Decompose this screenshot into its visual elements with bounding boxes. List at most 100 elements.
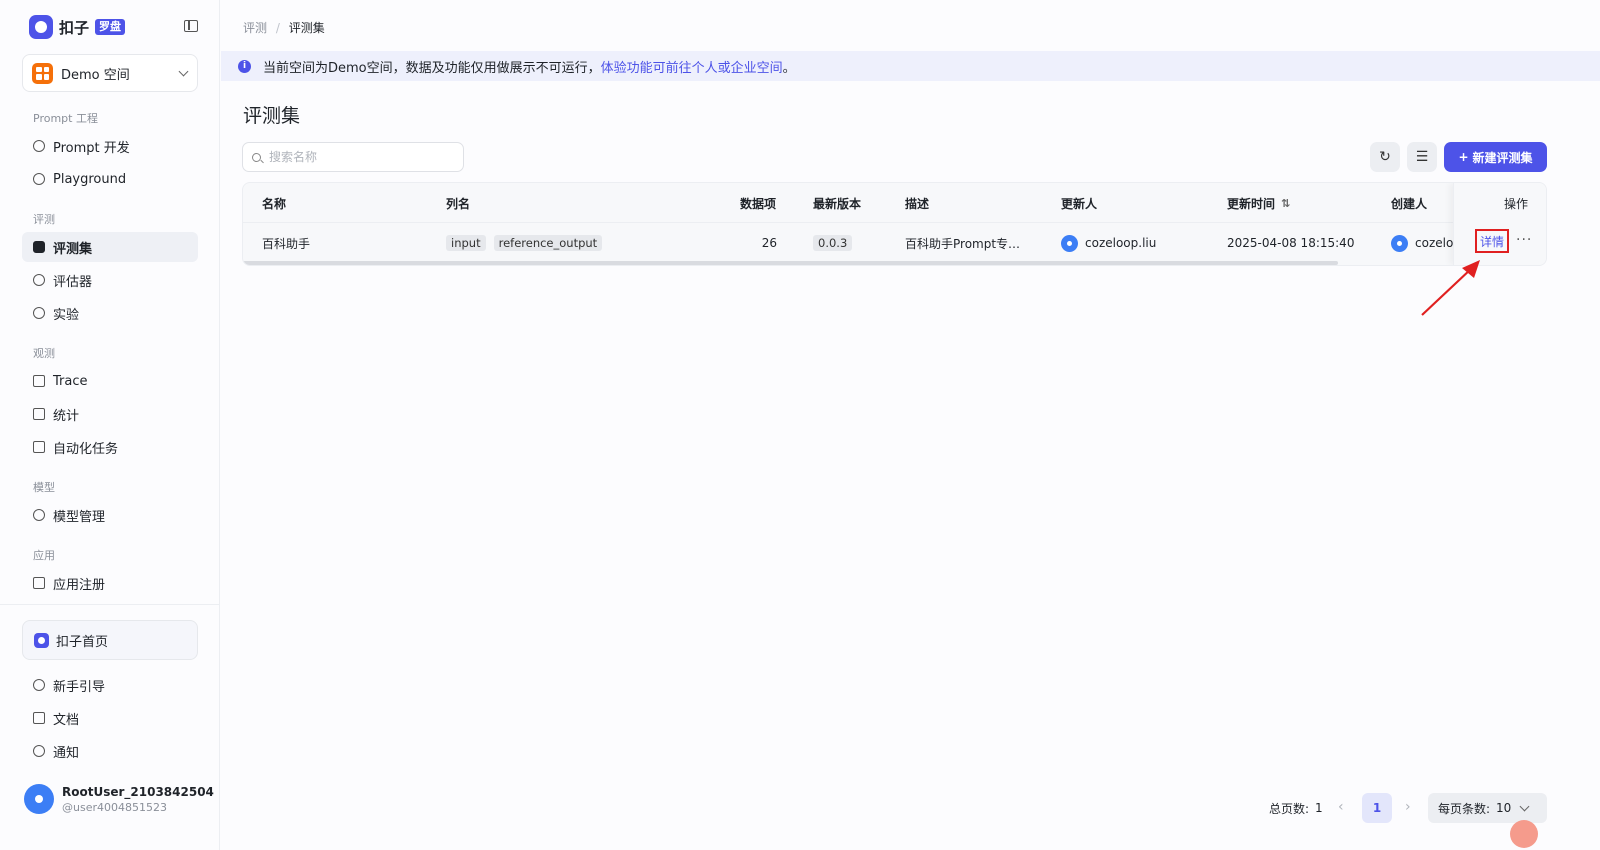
sidebar-item-label: 自动化任务: [53, 441, 119, 457]
col-header-updater: 更新人: [1061, 196, 1098, 211]
cube-icon: [33, 577, 45, 589]
col-header-actions: 操作: [1504, 196, 1529, 211]
chevron-down-icon: [178, 66, 189, 76]
cell-updater: cozeloop.liu: [1061, 223, 1156, 263]
refresh-button[interactable]: ↻: [1370, 142, 1400, 172]
info-icon: i: [238, 59, 251, 73]
total-value: 1: [1315, 801, 1323, 815]
sort-icon[interactable]: ⇅: [1281, 197, 1290, 210]
table-row[interactable]: 百科助手 input reference_output 26 0.0.3 百科助…: [243, 223, 1546, 263]
model-icon: [33, 509, 45, 521]
banner-link[interactable]: 体验功能可前往个人或企业空间: [601, 57, 783, 76]
sidebar-item-label: 评测集: [53, 241, 93, 257]
nav-group-prompt: Prompt 工程: [33, 112, 98, 125]
trace-icon: [33, 375, 45, 387]
cell-name: 百科助手: [262, 236, 311, 251]
avatar: [24, 784, 54, 814]
sidebar-item-app-register[interactable]: 应用注册: [22, 568, 198, 598]
prev-page-icon[interactable]: ‹: [1338, 799, 1344, 815]
col-header-label: 更新时间: [1227, 196, 1276, 211]
coze-home-button[interactable]: 扣子首页: [22, 620, 198, 660]
search-box[interactable]: [242, 142, 464, 172]
nav-group-observe: 观测: [33, 347, 55, 360]
avatar: [1061, 234, 1078, 252]
demo-notice-banner: i 当前空间为Demo空间，数据及功能仅用做展示不可运行， 体验功能可前往个人或…: [221, 51, 1600, 81]
coze-icon: [34, 632, 49, 648]
new-button-label: 新建评测集: [1472, 150, 1533, 165]
logo-text: 扣子: [59, 18, 90, 37]
more-actions-button[interactable]: ···: [1516, 232, 1532, 248]
breadcrumb-parent[interactable]: 评测: [243, 21, 267, 35]
task-icon: [33, 441, 45, 453]
settings-list-icon: ☰: [1415, 149, 1429, 165]
collapse-sidebar-icon[interactable]: [184, 20, 198, 32]
col-header-count: 数据项: [740, 196, 777, 211]
new-eval-set-button[interactable]: + 新建评测集: [1444, 142, 1547, 172]
sidebar-item-label: Trace: [53, 373, 88, 389]
version-tag: 0.0.3: [813, 235, 853, 251]
page-size-select[interactable]: 每页条数: 10: [1428, 793, 1547, 823]
database-icon: [33, 241, 45, 253]
col-header-columns: 列名: [446, 196, 471, 211]
eval-set-table: 名称 列名 数据项 最新版本 描述 更新人 更新时间 ⇅ 创建人 百科助手 in…: [242, 182, 1547, 266]
horizontal-scrollbar[interactable]: [243, 261, 1338, 265]
detail-link[interactable]: 详情: [1475, 229, 1509, 253]
sidebar-item-notify[interactable]: 通知: [22, 736, 198, 766]
play-icon: [33, 173, 45, 185]
sidebar-item-auto-task[interactable]: 自动化任务: [22, 432, 198, 462]
sidebar-item-docs[interactable]: 文档: [22, 703, 198, 733]
sidebar-item-playground[interactable]: Playground: [22, 164, 198, 194]
user-name: RootUser_2103842504: [62, 784, 214, 799]
column-tag: input: [446, 235, 486, 251]
sidebar-item-label: Playground: [53, 171, 127, 187]
nav-group-model: 模型: [33, 481, 55, 494]
chat-icon: [33, 140, 45, 152]
avatar: [1391, 234, 1408, 252]
app-logo[interactable]: 扣子 罗盘: [29, 15, 126, 39]
user-profile[interactable]: RootUser_2103842504 @user4004851523: [24, 784, 214, 814]
experiment-icon: [33, 307, 45, 319]
col-header-updated-at[interactable]: 更新时间 ⇅: [1227, 183, 1290, 223]
sidebar-item-label: 文档: [53, 712, 80, 728]
chevron-down-icon: [1519, 801, 1530, 811]
page-number-current[interactable]: 1: [1362, 793, 1392, 823]
home-button-label: 扣子首页: [56, 634, 109, 650]
table-header: 名称 列名 数据项 最新版本 描述 更新人 更新时间 ⇅ 创建人: [243, 183, 1546, 223]
cell-updated-at: 2025-04-08 18:15:40: [1227, 236, 1355, 250]
sidebar-item-prompt-dev[interactable]: Prompt 开发: [22, 131, 198, 161]
sidebar-item-experiment[interactable]: 实验: [22, 298, 198, 328]
logo-icon: [29, 15, 53, 39]
sidebar-item-model-mgmt[interactable]: 模型管理: [22, 500, 198, 530]
assistant-bot-icon[interactable]: [1510, 820, 1538, 848]
cell-columns: input reference_output: [446, 223, 610, 263]
annotation-arrow-icon: [1421, 260, 1480, 316]
sidebar-divider: [0, 604, 220, 605]
sidebar: 扣子 罗盘 Demo 空间 Prompt 工程 Prompt 开发 Playgr…: [0, 0, 220, 850]
per-page-value: 10: [1496, 801, 1512, 815]
next-page-icon[interactable]: ›: [1405, 799, 1411, 815]
refresh-icon: ↻: [1379, 149, 1391, 165]
evaluator-icon: [33, 274, 45, 286]
sidebar-item-label: 统计: [53, 408, 80, 424]
sidebar-item-label: 评估器: [53, 274, 93, 290]
per-page-label: 每页条数:: [1438, 801, 1491, 816]
updater-name: cozeloop.liu: [1085, 236, 1157, 250]
breadcrumb-current: 评测集: [288, 21, 325, 35]
col-header-version: 最新版本: [813, 196, 862, 211]
nav-group-app: 应用: [33, 549, 55, 562]
sidebar-item-stats[interactable]: 统计: [22, 399, 198, 429]
sidebar-item-label: 模型管理: [53, 509, 106, 525]
doc-icon: [33, 712, 45, 724]
space-selector[interactable]: Demo 空间: [22, 54, 198, 92]
column-settings-button[interactable]: ☰: [1407, 142, 1437, 172]
plus-icon: +: [1458, 150, 1469, 164]
sidebar-item-evaluator[interactable]: 评估器: [22, 265, 198, 295]
col-header-creator: 创建人: [1391, 196, 1428, 211]
sidebar-item-eval-set[interactable]: 评测集: [22, 232, 198, 262]
sidebar-item-label: 新手引导: [53, 679, 106, 695]
sidebar-item-guide[interactable]: 新手引导: [22, 670, 198, 700]
space-icon: [32, 62, 53, 84]
search-input[interactable]: [269, 150, 449, 164]
cell-count: 26: [761, 236, 777, 250]
sidebar-item-trace[interactable]: Trace: [22, 366, 198, 396]
